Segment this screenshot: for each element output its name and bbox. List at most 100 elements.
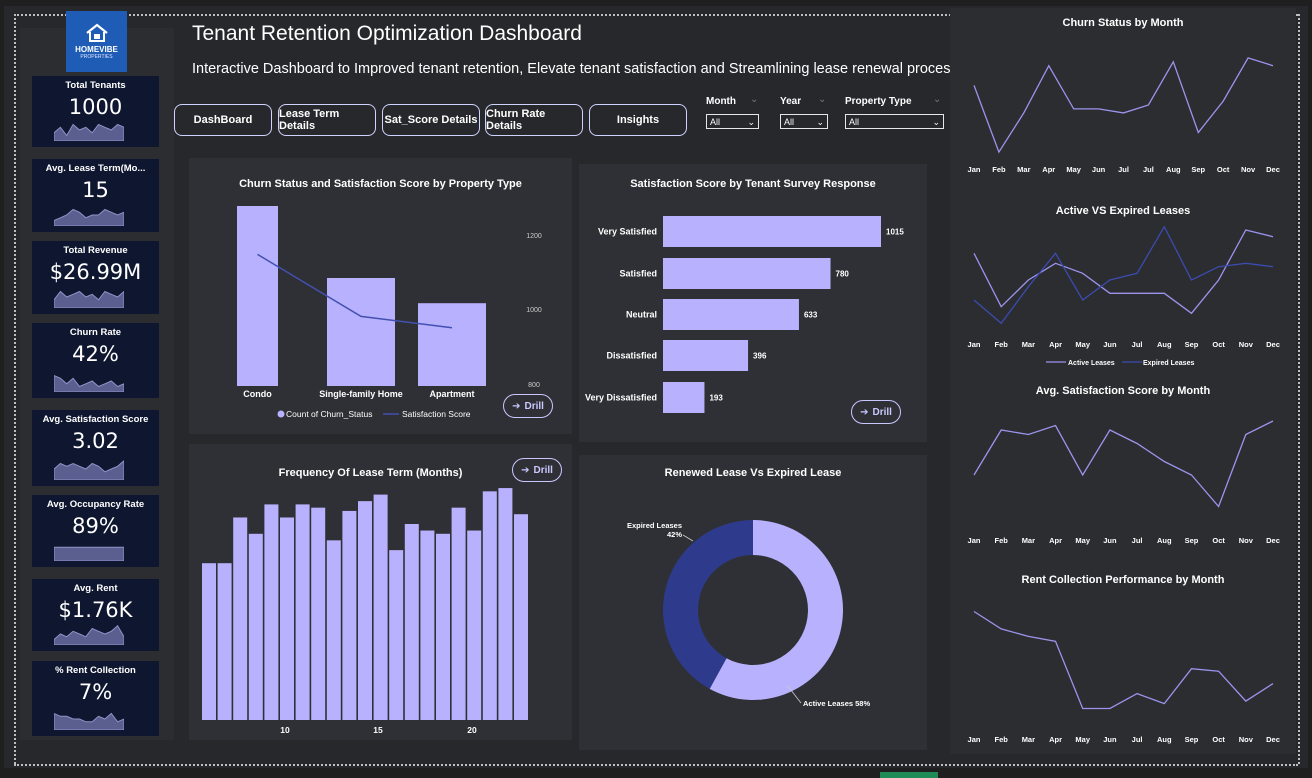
kpi-card: Avg. Occupancy Rate 89% xyxy=(32,495,159,567)
x-tick-label: Jan xyxy=(968,536,981,545)
kpi-value: 7% xyxy=(78,680,113,704)
x-tick-label: Oct xyxy=(1212,536,1225,545)
series-line xyxy=(973,420,1274,508)
y-tick-label: Neutral xyxy=(626,310,657,320)
combo-chart: Condo Single-family Home Apartment 1200 1000… xyxy=(237,206,542,419)
bar xyxy=(663,299,799,330)
sparkline-area xyxy=(54,460,124,480)
kpi-label: Total Tenants xyxy=(65,80,126,91)
sparkline-area xyxy=(54,374,124,392)
kpi-sparkline xyxy=(54,290,124,308)
bar xyxy=(663,258,831,289)
x-tick-label: Jan xyxy=(968,340,981,349)
x-tick-label: Single-family Home xyxy=(319,389,403,399)
x-tick-label: Sep xyxy=(1185,536,1199,545)
sparkline-area xyxy=(54,546,124,561)
monthly-line-charts: Jan Feb Mar Apr May Jun Jul Jul Aug Sep Oct Nov Dec J… xyxy=(968,57,1280,744)
nav-dashboard-button[interactable]: DashBoard xyxy=(174,104,272,136)
x-tick-label: May xyxy=(1075,735,1090,744)
filter-property-type: Property Type ⌄ All ⌄ xyxy=(845,94,944,129)
sparkline-area xyxy=(54,712,124,730)
bar xyxy=(248,533,263,720)
nav-sat-score-button[interactable]: Sat_Score Details xyxy=(382,104,480,136)
nav-lease-term-button[interactable]: Lease Term Details xyxy=(278,104,376,136)
lease-term-panel: Frequency Of Lease Term (Months) 10 15 20 … xyxy=(189,444,572,740)
arrow-right-icon: ➔ xyxy=(521,464,530,476)
legend-label: Expired Leases xyxy=(1143,360,1194,367)
bar xyxy=(663,382,705,413)
kpi-sparkline xyxy=(54,712,124,730)
nav-churn-rate-button[interactable]: Churn Rate Details xyxy=(485,104,583,136)
filter-year-select[interactable]: All ⌄ xyxy=(780,114,828,129)
slice-label: Active Leases 58% xyxy=(803,699,870,708)
filter-month-select[interactable]: All ⌄ xyxy=(706,114,759,129)
x-tick-label: Jul xyxy=(1132,536,1143,545)
sparkline-area xyxy=(54,208,124,226)
x-tick-label: Nov xyxy=(1239,735,1254,744)
filter-year-label: Year xyxy=(780,96,802,107)
bar xyxy=(264,504,279,720)
drill-button[interactable]: ➔ Drill xyxy=(503,394,553,418)
legend-marker xyxy=(277,410,285,418)
bar xyxy=(295,504,310,720)
x-tick-label: Jul xyxy=(1143,165,1154,174)
x-tick-label: Apartment xyxy=(429,389,474,399)
data-label: 193 xyxy=(709,394,723,403)
bar xyxy=(326,540,341,720)
series-line xyxy=(973,229,1274,315)
x-tick-label: Oct xyxy=(1212,340,1225,349)
drill-button[interactable]: ➔ Drill xyxy=(851,400,901,424)
data-label: 1015 xyxy=(886,228,904,237)
survey-response-panel: Satisfaction Score by Tenant Survey Resp… xyxy=(579,164,927,442)
bar xyxy=(451,507,466,720)
x-tick-label: May xyxy=(1075,340,1090,349)
bar xyxy=(389,550,404,720)
bar xyxy=(514,514,528,720)
drill-button[interactable]: ➔ Drill xyxy=(512,458,562,482)
bar xyxy=(202,563,216,720)
nav-insights-button[interactable]: Insights xyxy=(589,104,687,136)
kpi-sparkline xyxy=(54,208,124,226)
bar xyxy=(342,510,357,720)
y-tick-label: Satisfied xyxy=(619,269,657,279)
kpi-value: 89% xyxy=(72,514,119,538)
kpi-card: Churn Rate 42% xyxy=(32,323,159,398)
x-tick-label: Nov xyxy=(1239,536,1254,545)
x-tick-label: Jun xyxy=(1103,340,1117,349)
x-tick-label: Jan xyxy=(968,165,981,174)
series-line xyxy=(973,57,1274,154)
x-tick-label: Feb xyxy=(995,735,1009,744)
kpi-label: % Rent Collection xyxy=(55,665,136,676)
drill-label: Drill xyxy=(533,464,553,476)
bar xyxy=(663,216,881,247)
leader-line xyxy=(682,534,694,542)
y2-tick-label: 1000 xyxy=(526,307,542,314)
kpi-sparkline xyxy=(54,123,124,141)
bar xyxy=(482,491,497,720)
kpi-sparkline xyxy=(54,460,124,480)
legend-label: Count of Churn_Status xyxy=(286,409,372,419)
page-subtitle: Interactive Dashboard to Improved tenant… xyxy=(192,61,974,77)
kpi-sparkline xyxy=(54,546,124,561)
series-line xyxy=(973,225,1274,325)
filter-property-type-select[interactable]: All ⌄ xyxy=(845,114,944,129)
bar xyxy=(358,501,372,720)
bar xyxy=(467,530,482,720)
arrow-right-icon: ➔ xyxy=(860,406,869,418)
kpi-label: Avg. Satisfaction Score xyxy=(42,414,149,425)
x-tick-label: Dec xyxy=(1266,735,1280,744)
logo-brand: HOMEVIBE xyxy=(75,45,118,54)
dropdown-arrow-icon: ⌄ xyxy=(816,117,824,127)
kpi-label: Total Revenue xyxy=(63,245,128,256)
logo-sub: PROPERTIES xyxy=(80,54,113,60)
page-tab-indicator[interactable] xyxy=(880,772,938,778)
x-tick-label: Jun xyxy=(1092,165,1106,174)
drill-label: Drill xyxy=(524,400,544,412)
sparkline-area xyxy=(54,290,124,308)
dotted-border-right xyxy=(1298,14,1300,764)
kpi-label: Avg. Lease Term(Mo... xyxy=(45,163,146,174)
x-tick-label: Apr xyxy=(1042,165,1055,174)
y-tick-label: Dissatisfied xyxy=(606,351,657,361)
kpi-value: 3.02 xyxy=(72,429,119,453)
x-tick-label: Sep xyxy=(1185,735,1199,744)
